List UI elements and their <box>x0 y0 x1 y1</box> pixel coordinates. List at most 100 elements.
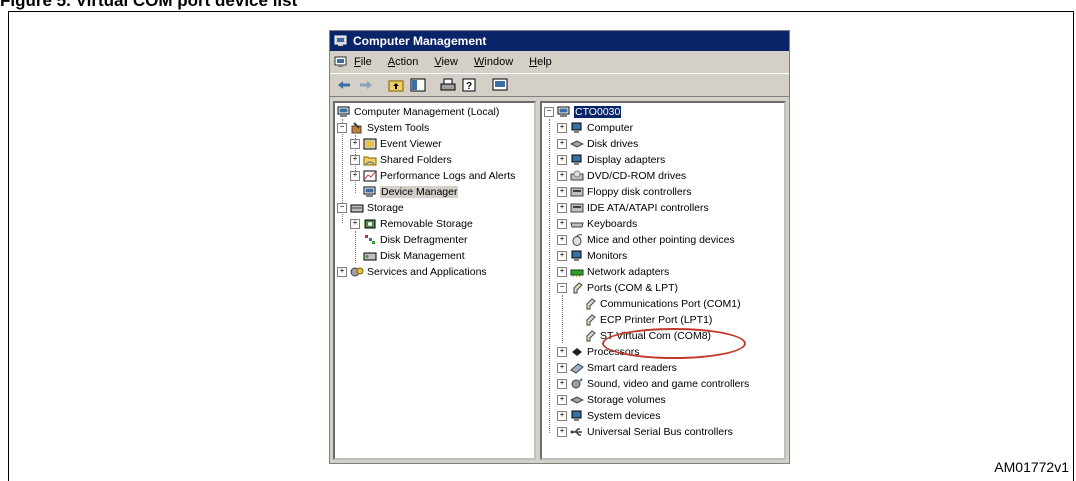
tree-item-label: System Tools <box>367 122 430 134</box>
figure-id: AM01772v1 <box>994 459 1069 475</box>
print-button[interactable] <box>438 76 458 94</box>
tree-item-label: Device Manager <box>380 186 459 198</box>
collapse-icon[interactable]: − <box>544 107 554 117</box>
smart-card-icon <box>570 363 584 374</box>
device-category-label: Monitors <box>587 250 628 262</box>
expand-icon[interactable]: + <box>557 171 567 181</box>
toolbar-separator <box>378 76 384 94</box>
expand-icon[interactable]: + <box>557 155 567 165</box>
expand-icon[interactable]: + <box>350 171 360 181</box>
mouse-icon <box>572 234 583 246</box>
device-category-storage-volumes[interactable]: + Storage volumes <box>557 392 666 408</box>
tree-item-label: Storage <box>367 202 404 214</box>
device-category-usb-controllers[interactable]: + Universal Serial Bus controllers <box>557 424 733 440</box>
back-arrow-icon <box>338 81 350 89</box>
tree-item-event-viewer[interactable]: + Event Viewer <box>350 136 442 152</box>
usb-icon <box>570 428 582 436</box>
expand-icon[interactable]: + <box>557 395 567 405</box>
tree-item-disk-management[interactable]: Disk Management <box>363 248 465 264</box>
device-category-keyboards[interactable]: + Keyboards <box>557 216 637 232</box>
port-icon <box>586 330 596 342</box>
device-category-monitors[interactable]: + Monitors <box>557 248 627 264</box>
expand-icon[interactable]: + <box>557 139 567 149</box>
expand-icon[interactable]: + <box>350 219 360 229</box>
console-tree-pane[interactable]: Computer Management (Local) − System Too… <box>333 101 536 460</box>
window-titlebar[interactable]: Computer Management <box>330 31 789 51</box>
tree-item-services-and-applications[interactable]: + Services and Applications <box>337 264 487 280</box>
expand-icon[interactable]: + <box>557 251 567 261</box>
expand-icon[interactable]: + <box>557 203 567 213</box>
menu-view[interactable]: View <box>434 56 458 68</box>
expand-icon[interactable]: + <box>557 235 567 245</box>
expand-icon[interactable]: + <box>557 219 567 229</box>
expand-icon[interactable]: + <box>557 187 567 197</box>
tree-item-shared-folders[interactable]: + Shared Folders <box>350 152 452 168</box>
highlight-circle <box>602 328 746 359</box>
disk-drive-icon <box>570 140 584 148</box>
tree-item-computer-management-local[interactable]: Computer Management (Local) <box>337 104 499 120</box>
device-tree-root[interactable]: − CTO0030 <box>544 104 622 120</box>
device-category-ide-controllers[interactable]: + IDE ATA/ATAPI controllers <box>557 200 709 216</box>
expand-icon[interactable]: + <box>337 267 347 277</box>
device-category-sound-video[interactable]: + Sound, video and game controllers <box>557 376 749 392</box>
tree-item-device-manager[interactable]: Device Manager <box>363 184 459 200</box>
device-tree-pane[interactable]: − CTO0030 + Computer + Disk drives + Dis… <box>540 101 786 460</box>
event-viewer-icon <box>363 138 377 150</box>
tree-item-performance-logs[interactable]: + Performance Logs and Alerts <box>350 168 515 184</box>
device-manager-icon <box>363 186 376 197</box>
device-category-smart-card-readers[interactable]: + Smart card readers <box>557 360 677 376</box>
expand-icon[interactable]: + <box>557 427 567 437</box>
collapse-icon[interactable]: − <box>337 203 347 213</box>
storage-volume-icon <box>570 396 584 404</box>
device-category-disk-drives[interactable]: + Disk drives <box>557 136 638 152</box>
device-category-label: Sound, video and game controllers <box>587 378 750 390</box>
processor-icon <box>572 348 582 356</box>
expand-icon[interactable]: + <box>557 379 567 389</box>
expand-icon[interactable]: + <box>557 363 567 373</box>
device-label: Communications Port (COM1) <box>600 298 741 310</box>
system-devices-icon <box>571 410 582 421</box>
device-category-system-devices[interactable]: + System devices <box>557 408 661 424</box>
tree-item-disk-defragmenter[interactable]: Disk Defragmenter <box>363 232 468 248</box>
menu-action[interactable]: Action <box>388 56 419 68</box>
toolbar: ? <box>330 73 789 97</box>
system-menu-icon[interactable] <box>334 56 348 68</box>
menu-help[interactable]: Help <box>529 56 552 68</box>
show-hide-tree-icon <box>410 78 426 92</box>
device-category-mice[interactable]: + Mice and other pointing devices <box>557 232 735 248</box>
tree-item-label: Disk Management <box>380 250 465 262</box>
collapse-icon[interactable]: − <box>337 123 347 133</box>
tree-item-system-tools[interactable]: − System Tools <box>337 120 429 136</box>
expand-icon[interactable]: + <box>557 267 567 277</box>
expand-icon[interactable]: + <box>557 411 567 421</box>
menu-file-label: File <box>354 56 372 68</box>
computer-management-app-icon <box>334 35 347 46</box>
device-com1[interactable]: Communications Port (COM1) <box>583 296 741 312</box>
forward-button[interactable] <box>356 76 376 94</box>
console-button[interactable] <box>490 76 510 94</box>
menu-file[interactable]: File <box>354 56 372 68</box>
expand-icon[interactable]: + <box>350 155 360 165</box>
device-category-computer[interactable]: + Computer <box>557 120 633 136</box>
back-button[interactable] <box>334 76 354 94</box>
menu-window[interactable]: Window <box>474 56 513 68</box>
tree-item-removable-storage[interactable]: + Removable Storage <box>350 216 473 232</box>
show-hide-tree-button[interactable] <box>408 76 428 94</box>
display-adapter-icon <box>571 154 582 165</box>
device-lpt1[interactable]: ECP Printer Port (LPT1) <box>583 312 712 328</box>
tree-item-storage[interactable]: − Storage <box>337 200 404 216</box>
keyboard-icon <box>570 222 584 228</box>
expand-icon[interactable]: + <box>350 139 360 149</box>
device-category-network-adapters[interactable]: + Network adapters <box>557 264 669 280</box>
up-level-button[interactable] <box>386 76 406 94</box>
device-category-dvd-cdrom[interactable]: + DVD/CD-ROM drives <box>557 168 686 184</box>
device-category-label: Smart card readers <box>587 362 677 374</box>
port-icon <box>573 282 583 294</box>
device-category-display-adapters[interactable]: + Display adapters <box>557 152 665 168</box>
device-category-ports[interactable]: − Ports (COM & LPT) <box>557 280 678 296</box>
device-category-floppy-controllers[interactable]: + Floppy disk controllers <box>557 184 691 200</box>
expand-icon[interactable]: + <box>557 123 567 133</box>
collapse-icon[interactable]: − <box>557 283 567 293</box>
expand-icon[interactable]: + <box>557 347 567 357</box>
help-button[interactable]: ? <box>460 76 480 94</box>
